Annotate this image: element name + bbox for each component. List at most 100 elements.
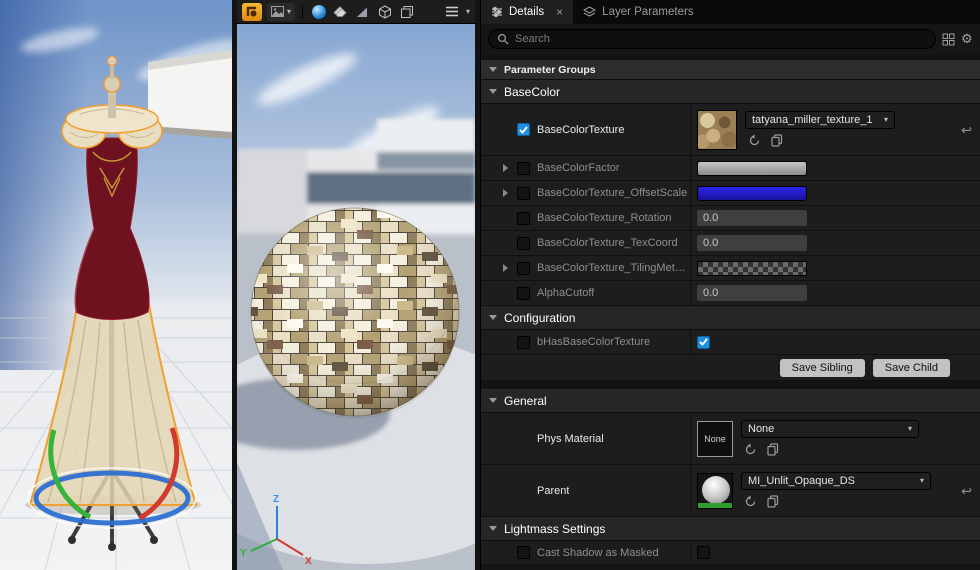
configuration-section-label: Configuration (504, 310, 576, 325)
collapse-arrow-icon (489, 89, 497, 94)
falloff-button[interactable] (354, 3, 371, 20)
search-input-wrapper[interactable] (488, 29, 936, 49)
save-child-button[interactable]: Save Child (872, 358, 950, 377)
configuration-section-header[interactable]: Configuration (481, 306, 980, 330)
texcoord-checkbox[interactable] (517, 236, 530, 250)
color-swatch-blue[interactable] (697, 185, 807, 201)
paint-toolbar: ▾ ▾ (237, 0, 475, 24)
parent-material-thumbnail[interactable] (697, 472, 733, 509)
row-offsetscale: BaseColorTexture_OffsetScale (481, 181, 980, 206)
bhas-value-checkbox[interactable] (697, 335, 710, 349)
alphacutoff-checkbox[interactable] (517, 286, 530, 300)
search-input[interactable] (515, 33, 927, 45)
row-phys-material: Phys Material None None ▾ (481, 413, 980, 465)
param-label: BaseColorTexture_Rotation (537, 212, 672, 224)
basecolorfactor-checkbox[interactable] (517, 161, 530, 175)
select-tool-icon (246, 6, 257, 16)
cube-button[interactable] (376, 3, 393, 20)
panel-filler (481, 565, 980, 570)
lightmass-section-header[interactable]: Lightmass Settings (481, 517, 980, 541)
spacer (481, 381, 980, 389)
tilingmethod-checkbox[interactable] (517, 261, 530, 275)
texture-combobox[interactable]: tatyana_miller_texture_1 ▾ (745, 111, 895, 129)
disco-ball[interactable] (250, 207, 460, 419)
basecolor-section-label: BaseColor (504, 84, 561, 99)
row-cast-shadow-as-masked: Cast Shadow as Masked (481, 541, 980, 565)
chevron-down-icon: ▾ (883, 115, 888, 124)
param-label: BaseColorTexture_TilingMethod (537, 262, 690, 274)
tiling-swatch[interactable] (697, 260, 807, 276)
use-selected-asset-icon[interactable] (743, 494, 758, 509)
use-selected-asset-icon[interactable] (743, 442, 758, 457)
select-tool-button[interactable] (242, 2, 262, 21)
browse-to-asset-icon[interactable] (769, 133, 784, 148)
viewport-dress[interactable] (0, 0, 232, 570)
discoball-scene[interactable]: Z Y X (237, 24, 475, 570)
param-label: Parent (537, 484, 570, 497)
reset-to-default-icon[interactable]: ↩ (961, 484, 972, 497)
phys-material-combobox[interactable]: None ▾ (741, 420, 919, 438)
color-swatch-gray[interactable] (697, 160, 807, 176)
bhas-enable-checkbox[interactable] (517, 335, 530, 349)
unreal-editor-window: ▾ ▾ Z Y X Details × Layer Parameters Sea… (0, 0, 980, 570)
tab-details-label: Details (509, 6, 545, 18)
search-row: ⚙ (481, 24, 980, 54)
axis-x-label: X (305, 556, 312, 567)
row-parent: Parent MI_Unlit_Opaque_DS ▾ ↩ (481, 465, 980, 517)
parent-combobox[interactable]: MI_Unlit_Opaque_DS ▾ (741, 472, 931, 490)
tab-bar: Details × Layer Parameters (481, 0, 980, 24)
phys-material-thumbnail[interactable]: None (697, 420, 733, 457)
texcoord-value-field[interactable]: 0.0 (697, 235, 807, 251)
expander-arrow-icon[interactable] (503, 189, 508, 197)
eraser-icon (333, 5, 347, 17)
param-label: BaseColorTexture_OffsetScale (537, 187, 688, 199)
browse-to-asset-icon[interactable] (765, 442, 780, 457)
chevron-down-icon: ▾ (907, 424, 912, 433)
axis-y-label: Y (240, 548, 247, 559)
lightmass-section-label: Lightmass Settings (504, 521, 606, 536)
row-texcoord: BaseColorTexture_TexCoord 0.0 (481, 231, 980, 256)
browse-to-asset-icon[interactable] (765, 494, 780, 509)
save-sibling-button[interactable]: Save Sibling (779, 358, 865, 377)
collapse-arrow-icon (489, 315, 497, 320)
general-section-label: General (504, 393, 547, 408)
row-alphacutoff: AlphaCutoff 0.0 (481, 281, 980, 306)
viewport-discoball[interactable]: ▾ ▾ Z Y X (237, 0, 475, 570)
settings-gear-icon[interactable]: ⚙ (961, 31, 973, 47)
sphere-brush-button[interactable] (310, 3, 327, 20)
axis-z-label: Z (273, 494, 279, 505)
cast-shadow-value-checkbox[interactable] (697, 546, 710, 559)
basecolor-section-header[interactable]: BaseColor (481, 80, 980, 104)
reset-to-default-icon[interactable]: ↩ (961, 123, 972, 136)
rotation-value-field[interactable]: 0.0 (697, 210, 807, 226)
brush-texture-dropdown[interactable]: ▾ (267, 2, 296, 21)
tab-details[interactable]: Details × (481, 0, 574, 24)
row-basecolorfactor: BaseColorFactor (481, 156, 980, 181)
close-icon[interactable]: × (556, 5, 563, 19)
parameter-groups-header[interactable]: Parameter Groups (481, 60, 980, 80)
alphacutoff-value-field[interactable]: 0.0 (697, 285, 807, 301)
falloff-icon (357, 7, 368, 17)
layers-button[interactable] (398, 3, 415, 20)
use-selected-asset-icon[interactable] (747, 133, 762, 148)
rotation-checkbox[interactable] (517, 211, 530, 225)
param-label: AlphaCutoff (537, 287, 595, 299)
viewport-menu-button[interactable] (444, 3, 461, 20)
expander-arrow-icon[interactable] (503, 164, 508, 172)
expander-arrow-icon[interactable] (503, 264, 508, 272)
numeric-value: 0.0 (703, 287, 719, 299)
row-basecolortexture: BaseColorTexture tatyana_miller_texture_… (481, 104, 980, 156)
chevron-down-icon: ▾ (919, 476, 924, 485)
offsetscale-checkbox[interactable] (517, 186, 530, 200)
basecolortexture-checkbox[interactable] (517, 123, 530, 136)
collapse-arrow-icon (489, 67, 497, 72)
view-options-icon[interactable] (942, 33, 955, 46)
tab-layer-parameters[interactable]: Layer Parameters (573, 0, 703, 24)
general-section-header[interactable]: General (481, 389, 980, 413)
material-sphere-preview (702, 475, 730, 504)
param-label: Phys Material (537, 432, 604, 445)
eraser-button[interactable] (332, 3, 349, 20)
cast-shadow-enable-checkbox[interactable] (517, 546, 530, 559)
texture-thumbnail[interactable] (697, 109, 737, 150)
layers-icon (400, 5, 413, 18)
